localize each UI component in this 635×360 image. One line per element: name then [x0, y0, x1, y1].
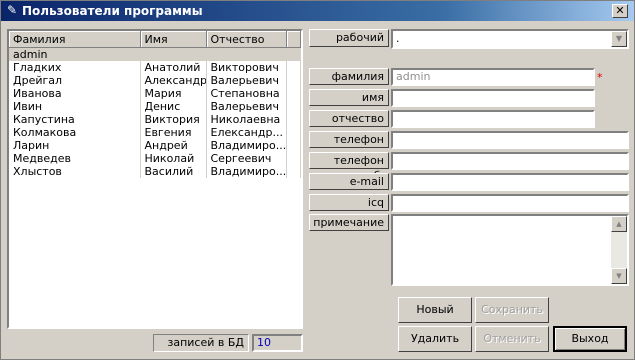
users-window: ✎ Пользователи программы ✕ Фамилия Имя О… — [0, 0, 635, 360]
close-button[interactable]: ✕ — [612, 4, 628, 18]
table-row[interactable]: admin — [9, 47, 301, 61]
cell-filler — [286, 100, 301, 113]
cell-filler — [286, 152, 301, 165]
cell-surname: Колмакова — [9, 126, 141, 139]
name-label: имя — [309, 89, 389, 106]
new-button[interactable]: Новый — [398, 297, 472, 323]
table-row[interactable]: Иванова Мария Степановна — [9, 87, 301, 100]
icq-field[interactable] — [391, 194, 629, 212]
cell-filler — [286, 74, 301, 87]
chevron-down-icon[interactable]: ▼ — [611, 31, 627, 47]
table-row[interactable]: Колмакова Евгения Елександр... — [9, 126, 301, 139]
cell-patronymic: Николаевна — [206, 113, 287, 126]
cell-name: Мария — [140, 87, 207, 100]
workplace-select[interactable]: . ▼ — [391, 29, 629, 49]
column-header-filler — [286, 31, 301, 48]
cell-patronymic: Владимиро... — [206, 165, 287, 178]
window-title: Пользователи программы — [22, 4, 203, 18]
app-icon: ✎ — [6, 3, 18, 17]
cell-patronymic: Валерьевич — [206, 100, 287, 113]
cell-name: Александр — [140, 74, 207, 87]
cell-patronymic: Степановна — [206, 87, 287, 100]
cell-filler — [286, 47, 301, 61]
cell-name: Виктория — [140, 113, 207, 126]
table-row[interactable]: Медведев Николай Сергеевич — [9, 152, 301, 165]
cell-surname: admin — [9, 47, 141, 61]
required-marker: * — [597, 71, 603, 84]
patronymic-label: отчество — [309, 110, 389, 127]
cell-filler — [286, 113, 301, 126]
note-scrollbar[interactable]: ▲ ▼ — [611, 216, 627, 284]
cell-surname: Хлыстов — [9, 165, 141, 178]
cell-surname: Дрейгал — [9, 74, 141, 87]
surname-label: фамилия — [309, 68, 389, 85]
cell-surname: Капустина — [9, 113, 141, 126]
cancel-button[interactable]: Отменить — [475, 326, 549, 352]
email-field[interactable] — [391, 173, 629, 191]
note-textarea[interactable]: ▲ ▼ — [391, 214, 629, 286]
records-count-value: 10 — [252, 334, 303, 352]
table-row[interactable]: Капустина Виктория Николаевна — [9, 113, 301, 126]
cell-patronymic: Елександр... — [206, 126, 287, 139]
records-count-label: записей в БД — [153, 334, 249, 352]
scroll-up-icon[interactable]: ▲ — [611, 216, 627, 232]
cell-filler — [286, 165, 301, 178]
phone-field[interactable] — [391, 131, 629, 149]
workplace-label: рабочий — [309, 29, 389, 47]
table-row[interactable]: Хлыстов Василий Владимиро... — [9, 165, 301, 178]
column-header-surname[interactable]: Фамилия — [9, 31, 141, 48]
users-list[interactable]: Фамилия Имя Отчество admin Гладких Анатоли… — [7, 29, 303, 329]
cell-filler — [286, 61, 301, 74]
scroll-down-icon[interactable]: ▼ — [611, 268, 627, 284]
cell-filler — [286, 87, 301, 100]
cell-name — [140, 47, 207, 61]
cell-name: Анатолий — [140, 61, 207, 74]
table-row[interactable]: Ларин Андрей Владимиро... — [9, 139, 301, 152]
cell-name: Андрей — [140, 139, 207, 152]
cell-surname: Ларин — [9, 139, 141, 152]
cell-patronymic: Викторович — [206, 61, 287, 74]
column-header-name[interactable]: Имя — [140, 31, 207, 48]
cell-filler — [286, 139, 301, 152]
icq-label: icq — [309, 194, 389, 211]
phone-label: телефон — [309, 131, 389, 148]
table-row[interactable]: Ивин Денис Валерьевич — [9, 100, 301, 113]
workplace-value: . — [396, 32, 400, 45]
mobile-phone-field[interactable] — [391, 152, 629, 170]
cell-name: Денис — [140, 100, 207, 113]
table-row[interactable]: Гладких Анатолий Викторович — [9, 61, 301, 74]
exit-button[interactable]: Выход — [553, 326, 627, 352]
cell-surname: Ивин — [9, 100, 141, 113]
name-field[interactable] — [391, 89, 595, 107]
title-bar[interactable]: ✎ Пользователи программы ✕ — [1, 1, 634, 21]
cell-patronymic: Валерьевич — [206, 74, 287, 87]
email-label: e-mail — [309, 173, 389, 190]
patronymic-field[interactable] — [391, 110, 595, 128]
close-icon: ✕ — [615, 4, 625, 17]
save-button[interactable]: Сохранить — [475, 297, 549, 323]
column-header-patronymic[interactable]: Отчество — [206, 31, 287, 48]
cell-patronymic: Владимиро... — [206, 139, 287, 152]
cell-patronymic: Сергеевич — [206, 152, 287, 165]
cell-name: Василий — [140, 165, 207, 178]
table-row[interactable]: Дрейгал Александр Валерьевич — [9, 74, 301, 87]
cell-surname: Гладких — [9, 61, 141, 74]
cell-patronymic — [206, 47, 287, 61]
delete-button[interactable]: Удалить — [398, 326, 472, 352]
cell-filler — [286, 126, 301, 139]
cell-surname: Медведев — [9, 152, 141, 165]
surname-field[interactable]: admin — [391, 68, 595, 86]
note-label: примечание — [309, 214, 389, 231]
cell-name: Николай — [140, 152, 207, 165]
mobile-phone-label: телефон моб. — [309, 152, 389, 182]
cell-name: Евгения — [140, 126, 207, 139]
cell-surname: Иванова — [9, 87, 141, 100]
